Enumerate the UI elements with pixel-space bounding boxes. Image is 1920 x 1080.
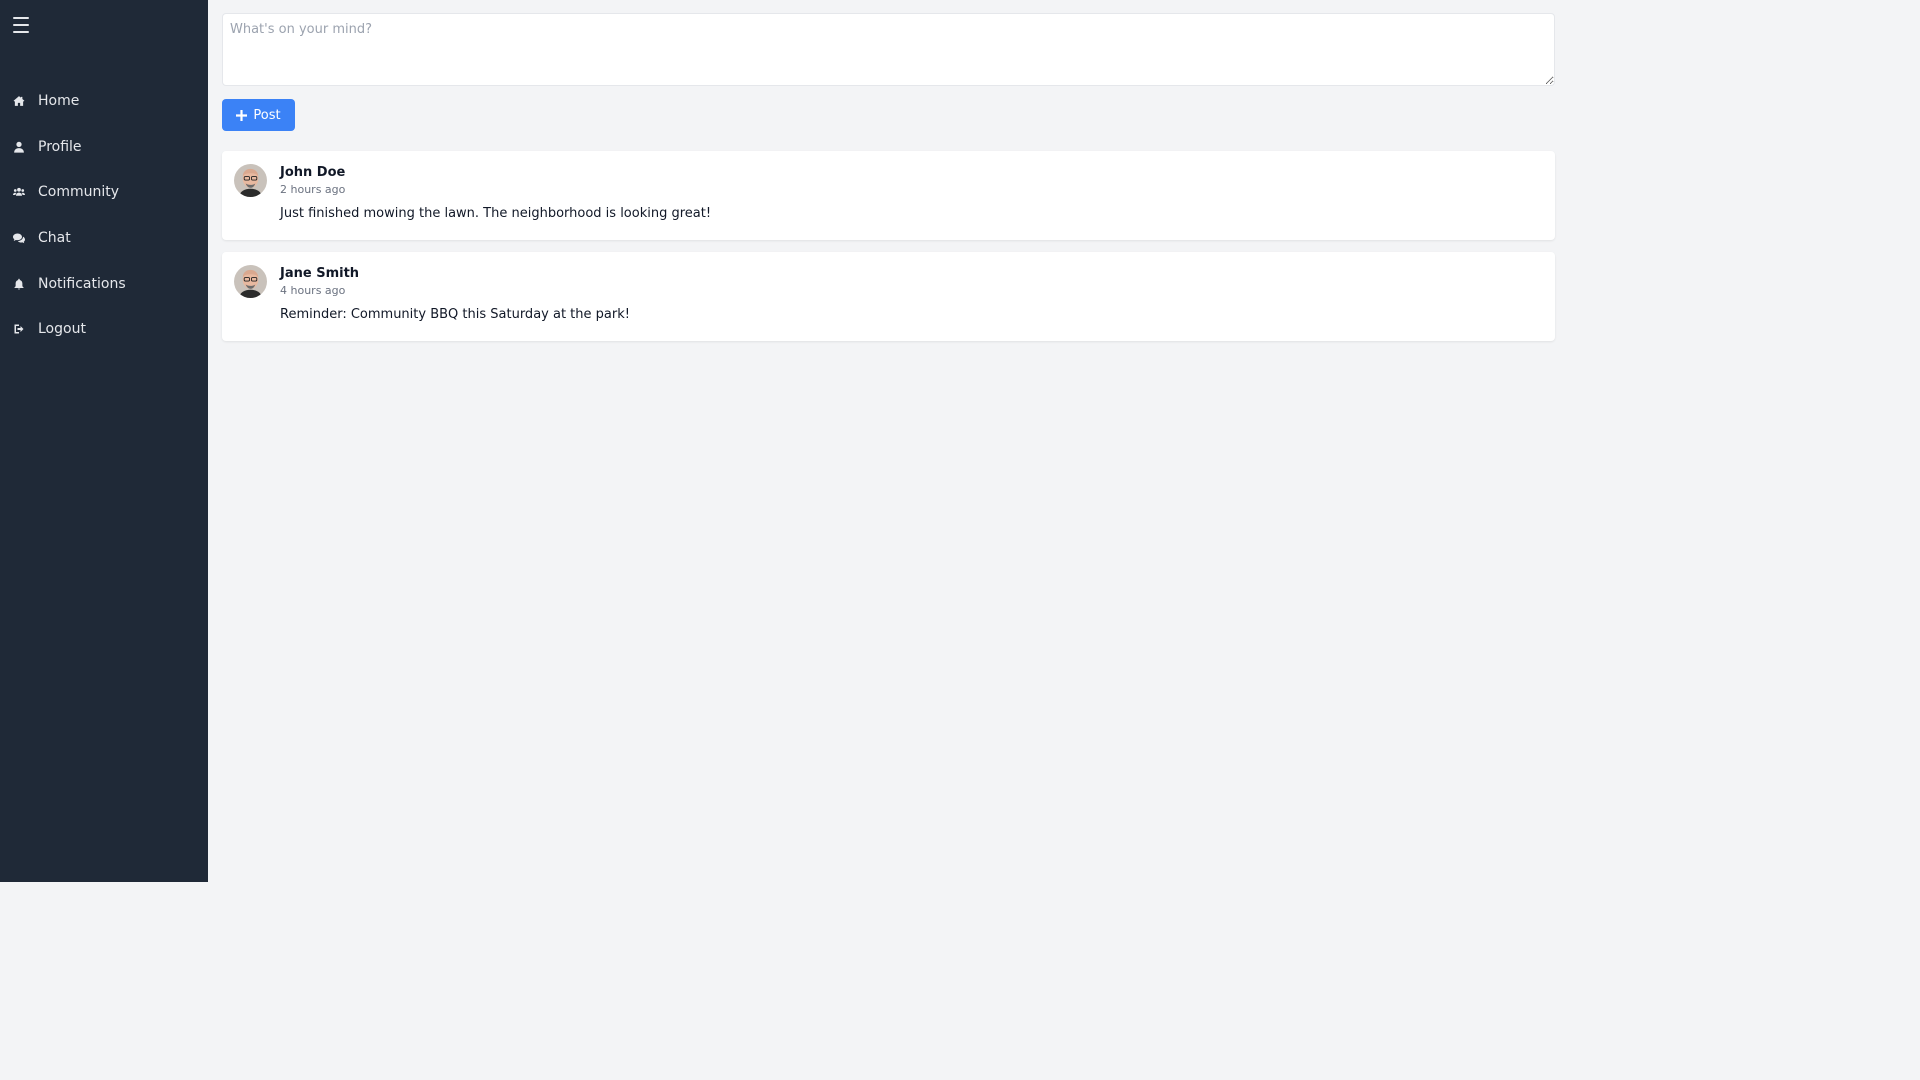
- sidebar-item-community[interactable]: Community: [0, 169, 208, 215]
- sidebar-item-label: Home: [38, 92, 80, 109]
- sidebar-item-profile[interactable]: Profile: [0, 124, 208, 170]
- post-content: Just finished mowing the lawn. The neigh…: [280, 206, 712, 221]
- plus-icon: [236, 109, 248, 121]
- logout-icon: [12, 322, 26, 336]
- chat-icon: [12, 231, 26, 245]
- post-timestamp: 2 hours ago: [280, 183, 346, 196]
- post-content: Reminder: Community BBQ this Saturday at…: [280, 307, 630, 322]
- post-timestamp: 4 hours ago: [280, 284, 346, 297]
- app-layout: Home Profile Community Chat Notification…: [0, 0, 1568, 882]
- avatar[interactable]: [234, 265, 267, 298]
- sidebar: Home Profile Community Chat Notification…: [0, 0, 208, 882]
- post-composer-input[interactable]: [222, 13, 1555, 86]
- post-author[interactable]: Jane Smith: [280, 265, 630, 283]
- avatar[interactable]: [234, 164, 267, 197]
- home-icon: [12, 94, 26, 108]
- post-button[interactable]: Post: [222, 99, 295, 131]
- sidebar-item-notifications[interactable]: Notifications: [0, 261, 208, 307]
- bell-icon: [12, 277, 26, 291]
- post-body: Jane Smith 4 hours ago Reminder: Communi…: [280, 265, 630, 328]
- hamburger-icon[interactable]: [12, 14, 34, 36]
- post-button-label: Post: [253, 107, 281, 123]
- user-icon: [12, 140, 26, 154]
- sidebar-nav: Home Profile Community Chat Notification…: [0, 78, 208, 352]
- sidebar-item-label: Chat: [38, 229, 71, 246]
- post-body: John Doe 2 hours ago Just finished mowin…: [280, 164, 711, 227]
- sidebar-item-label: Profile: [38, 138, 82, 155]
- post-card: John Doe 2 hours ago Just finished mowin…: [222, 151, 1555, 240]
- sidebar-item-home[interactable]: Home: [0, 78, 208, 124]
- post-feed: John Doe 2 hours ago Just finished mowin…: [222, 151, 1555, 341]
- sidebar-item-chat[interactable]: Chat: [0, 215, 208, 261]
- sidebar-item-label: Community: [38, 184, 120, 201]
- users-icon: [12, 185, 26, 199]
- post-author[interactable]: John Doe: [280, 164, 711, 182]
- sidebar-item-label: Notifications: [38, 275, 126, 292]
- main-content: Post John Doe 2 hours: [208, 0, 1568, 882]
- sidebar-item-label: Logout: [38, 321, 86, 338]
- post-card: Jane Smith 4 hours ago Reminder: Communi…: [222, 252, 1555, 341]
- sidebar-item-logout[interactable]: Logout: [0, 306, 208, 352]
